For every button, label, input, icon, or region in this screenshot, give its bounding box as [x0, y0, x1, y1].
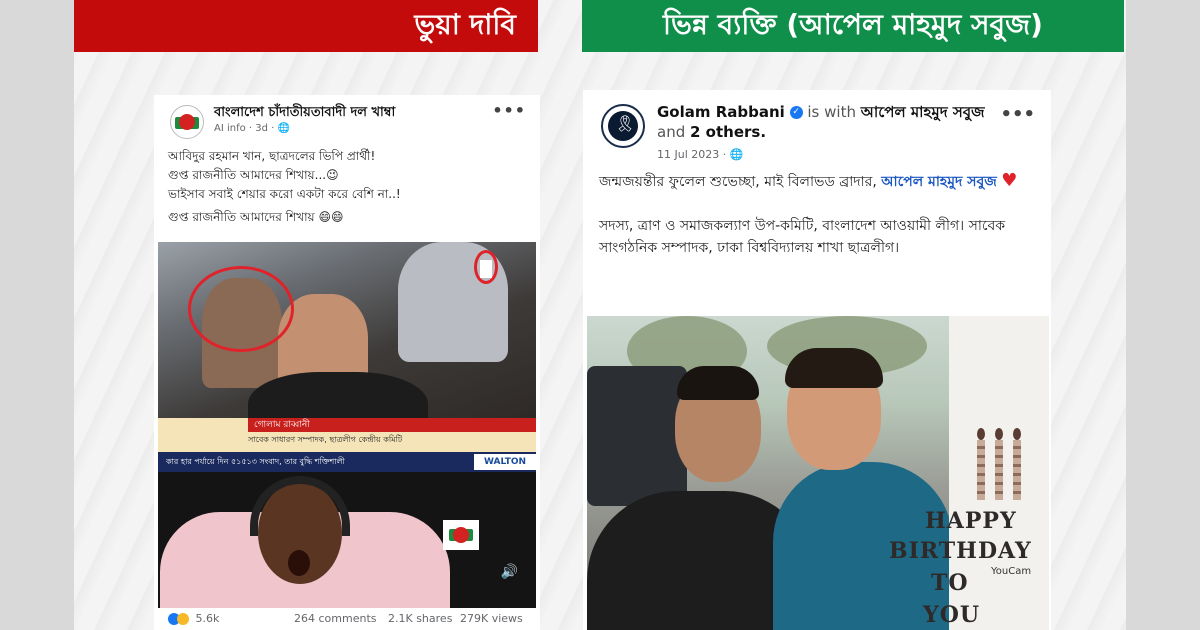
reaction-video-frame[interactable]: 🔊 — [158, 472, 536, 608]
flame-icon — [995, 428, 1003, 440]
post-line: গুপ্ত রাজনীতি আমাদের শিখায় 😄😄 — [168, 210, 344, 224]
volume-icon[interactable]: 🔊 — [501, 564, 518, 580]
comments-count[interactable]: 264 comments — [294, 612, 376, 625]
post-header: বাংলাদেশ চাঁদাতীয়তাবাদী দল খাম্বা AI in… — [154, 95, 540, 143]
happy-text: HAPPY — [925, 508, 1017, 534]
globe-icon: 🌐 — [277, 123, 290, 134]
page-avatar[interactable] — [170, 105, 204, 139]
birthday-photo[interactable]: HAPPY BIRTHDAY YouCam TO YOU — [587, 316, 1049, 630]
flag-dot — [179, 114, 195, 130]
flame-icon — [1013, 428, 1021, 440]
author-name[interactable]: Golam Rabbani — [657, 103, 785, 121]
post-line: ভাইসাব সবাই শেয়ার করো একটা করে বেশি না.… — [168, 187, 401, 201]
mention-link[interactable]: আপেল মাহমুদ সবুজ — [881, 174, 997, 190]
news-video-frame[interactable]: গোলাম রাব্বানী সাবেক সাধারণ সম্পাদক, ছাত… — [158, 242, 536, 452]
person-right-hair — [785, 348, 883, 388]
false-claim-label: ভুয়া দাবি — [414, 7, 516, 41]
you-text: YOU — [923, 602, 981, 628]
person-left-hair — [677, 366, 759, 400]
haha-icon — [177, 613, 189, 625]
highlight-circle — [188, 266, 294, 352]
candle-icon — [1013, 440, 1021, 500]
and-text: and — [657, 123, 686, 141]
to-text: TO — [931, 570, 969, 596]
lower-third-subtitle: সাবেক সাধারণ সম্পাদক, ছাত্রলীগ কেন্দ্রীয… — [248, 435, 403, 444]
shares-count[interactable]: 2.1K shares — [388, 612, 452, 625]
mourning-ribbon-icon: 🎗 — [615, 114, 636, 133]
bio-text: সদস্য, ত্রাণ ও সমাজকল্যাণ উপ-কমিটি, বাংল… — [599, 218, 1006, 256]
more-options-button[interactable]: ••• — [1000, 104, 1035, 125]
flag-dot — [453, 527, 469, 543]
page-name[interactable]: বাংলাদেশ চাঁদাতীয়তাবাদী দল খাম্বা — [214, 103, 395, 124]
post-line: আবিদুর রহমান খান, ছাত্রদলের ভিপি প্রার্থ… — [168, 149, 376, 163]
author-avatar[interactable]: 🎗 — [601, 104, 645, 148]
car-shape — [587, 366, 687, 506]
greeting-text: জন্মজয়ন্তীর ফুলেল শুভেচ্ছা, মাই বিলাভড … — [599, 174, 882, 190]
candle-icon — [977, 440, 985, 500]
post-header: 🎗 Golam Rabbani ✓ is with আপেল মাহমুদ সব… — [583, 90, 1051, 170]
views-count: 279K views — [460, 612, 523, 625]
verified-badge-icon: ✓ — [789, 106, 803, 119]
post-meta: AI info · 3d · 🌐 — [214, 123, 290, 134]
different-person-post: 🎗 Golam Rabbani ✓ is with আপেল মাহমুদ সব… — [583, 90, 1051, 630]
sponsor-logo: WALTON — [474, 454, 536, 470]
flame-icon — [977, 428, 985, 440]
post-text: আবিদুর রহমান খান, ছাত্রদলের ভিপি প্রার্থ… — [154, 143, 540, 231]
different-person-label: ভিন্ন ব্যক্তি (আপেল মাহমুদ সবুজ) — [663, 7, 1043, 41]
globe-icon: 🌐 — [729, 148, 744, 161]
post-author-line: Golam Rabbani ✓ is with আপেল মাহমুদ সবুজ… — [657, 102, 997, 142]
bookmark-icon — [480, 260, 492, 278]
post-text: জন্মজয়ন্তীর ফুলেল শুভেচ্ছা, মাই বিলাভড … — [583, 170, 1051, 259]
watermark: YouCam — [991, 566, 1032, 577]
false-claim-banner: ভুয়া দাবি — [74, 0, 538, 52]
lower-third-title: গোলাম রাব্বানী — [248, 418, 536, 432]
headphones-icon — [250, 476, 350, 536]
more-options-button[interactable]: ••• — [492, 101, 526, 120]
reaction-count[interactable]: 5.6k — [168, 612, 219, 625]
greeting-line: জন্মজয়ন্তীর ফুলেল শুভেচ্ছা, মাই বিলাভড … — [599, 170, 1035, 193]
page-logo-icon — [443, 520, 479, 550]
different-person-banner: ভিন্ন ব্যক্তি (আপেল মাহমুদ সবুজ) — [582, 0, 1124, 52]
birthday-text: BIRTHDAY — [889, 538, 1032, 564]
tagged-person[interactable]: আপেল মাহমুদ সবুজ — [861, 103, 985, 121]
post-date[interactable]: 11 Jul 2023 · 🌐 — [657, 148, 743, 161]
post-line: গুপ্ত রাজনীতি আমাদের শিখায়...😉 — [168, 168, 339, 182]
candle-icon — [995, 440, 1003, 500]
others-link[interactable]: 2 others. — [690, 123, 766, 141]
heart-icon: ♥ — [1001, 170, 1018, 191]
mouth-shape — [288, 550, 310, 576]
reaction-bar: 5.6k 264 comments 2.1K shares 279K views — [154, 608, 540, 630]
news-lower-third: গোলাম রাব্বানী সাবেক সাধারণ সম্পাদক, ছাত… — [158, 418, 536, 452]
false-claim-post: বাংলাদেশ চাঁদাতীয়তাবাদী দল খাম্বা AI in… — [154, 95, 540, 630]
is-with-text: is with — [807, 103, 856, 121]
